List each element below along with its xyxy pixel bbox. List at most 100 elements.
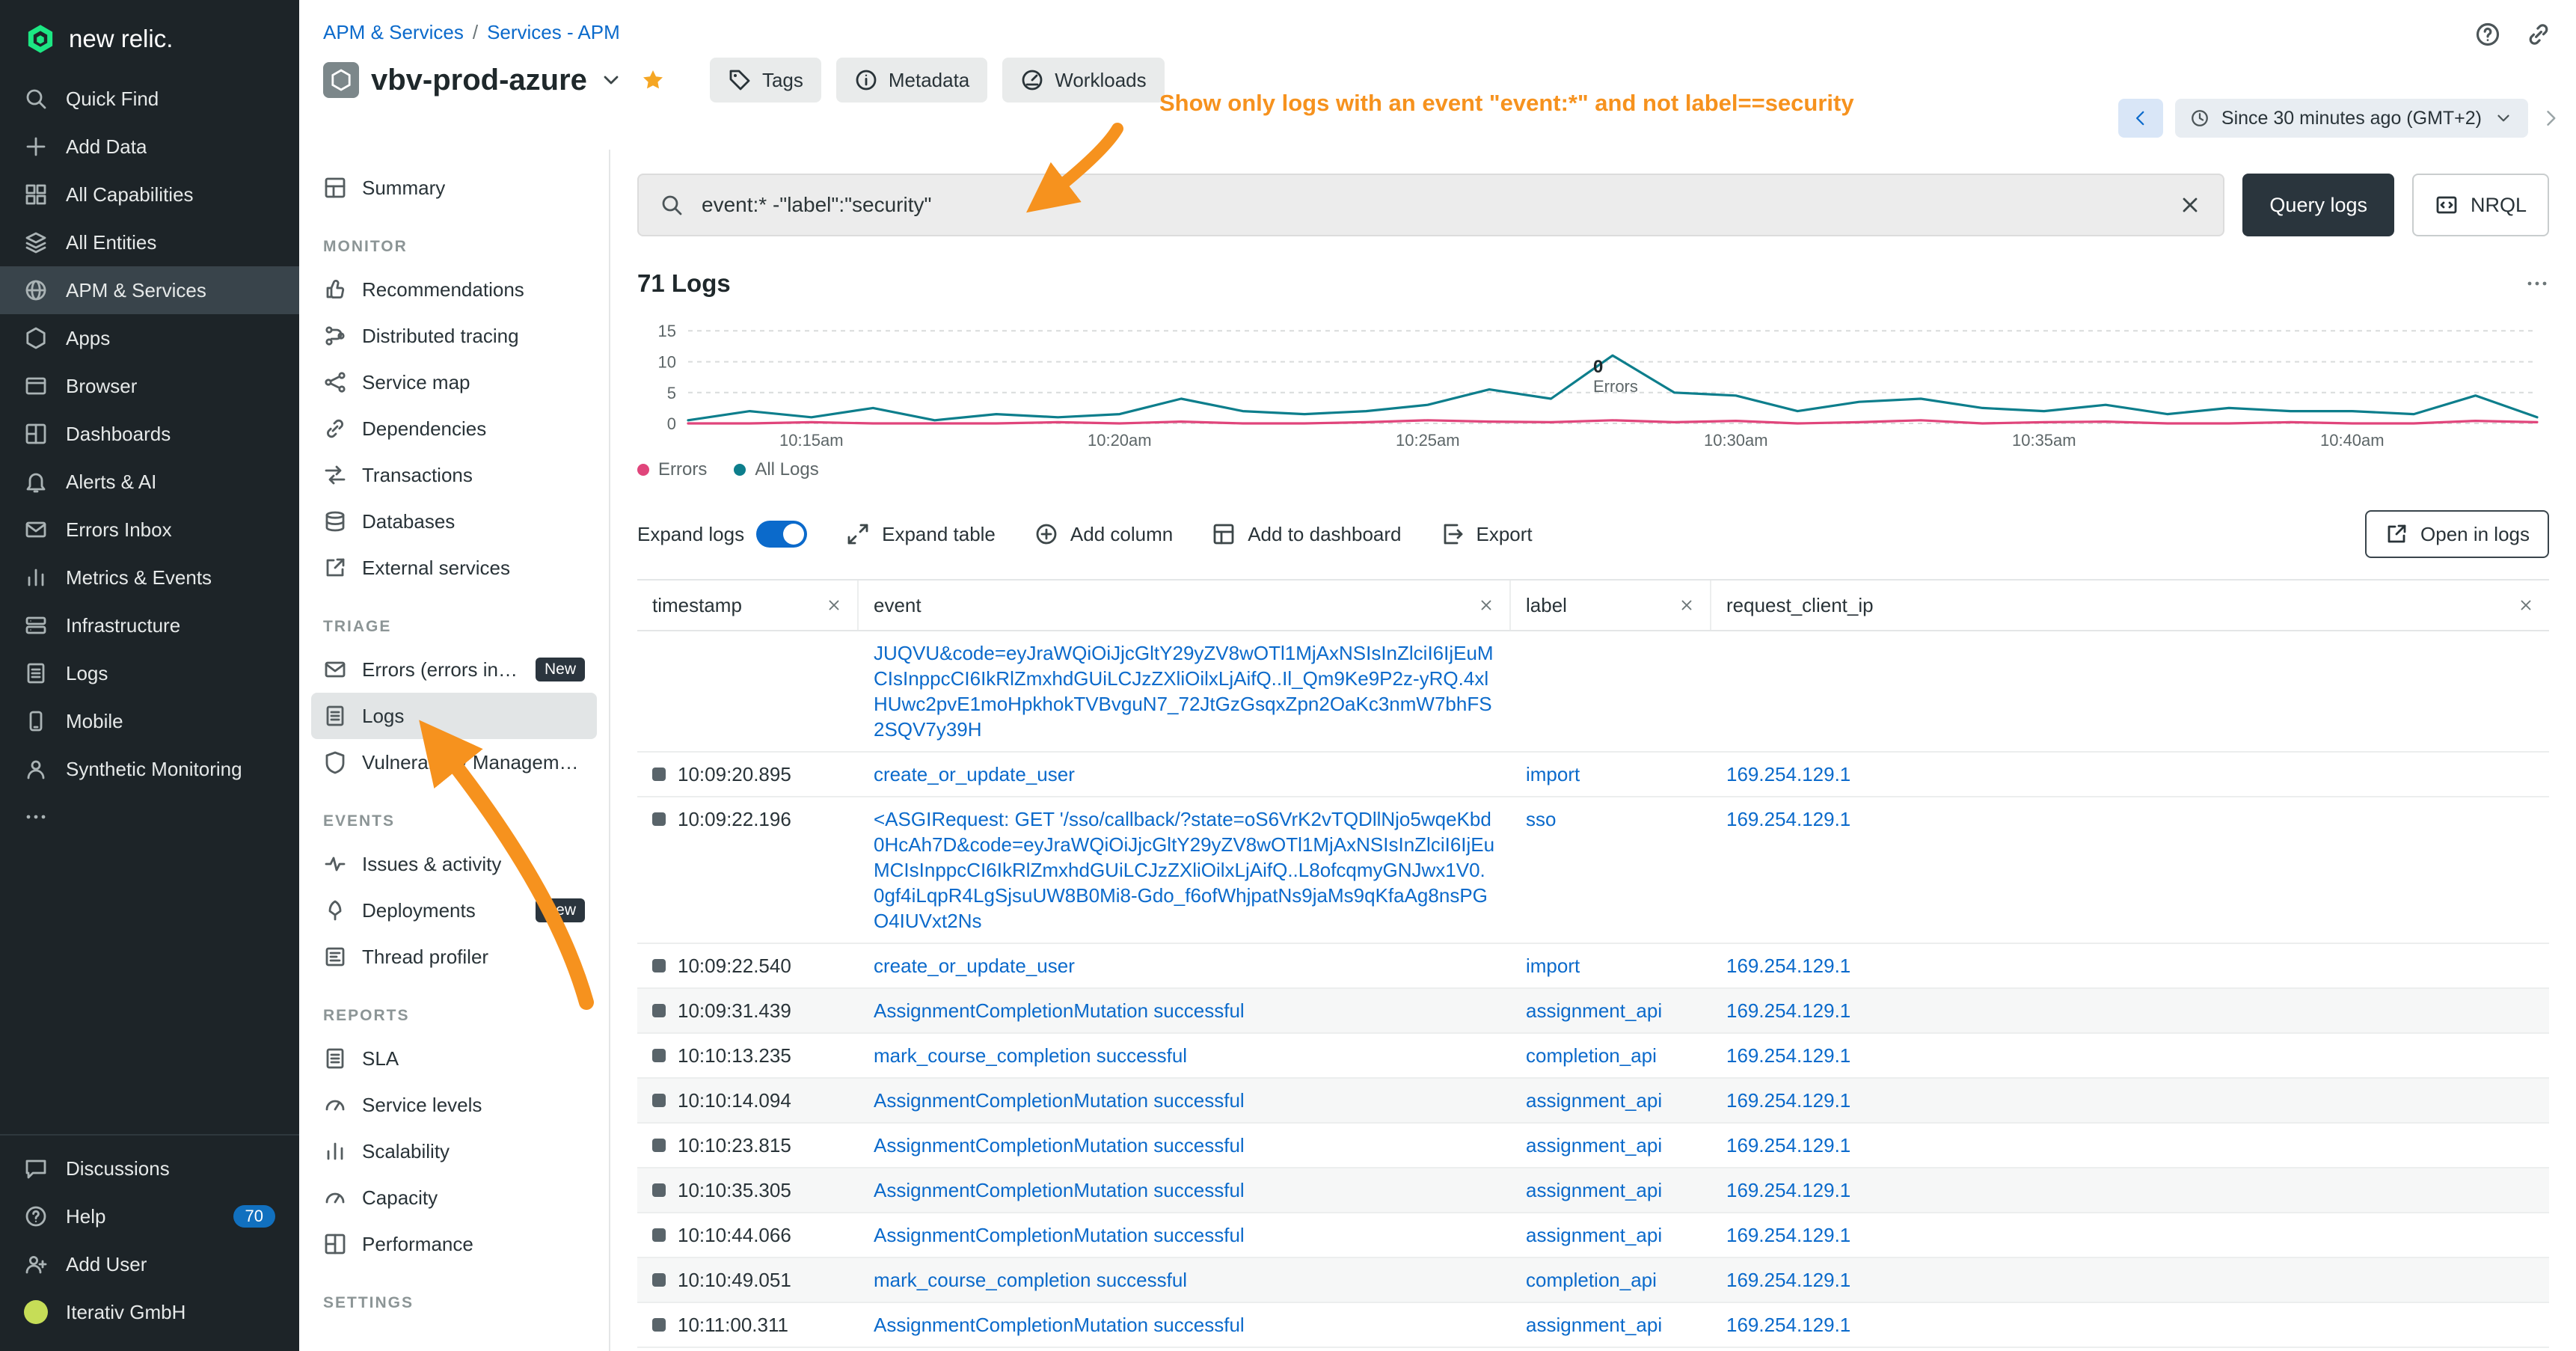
add-column-button[interactable]: Add column xyxy=(1034,522,1173,546)
sidebar-item-all-entities[interactable]: All Entities xyxy=(0,218,299,266)
log-label-link[interactable]: assignment_api xyxy=(1526,999,1662,1022)
log-ip-link[interactable]: 169.254.129.1 xyxy=(1726,1314,1850,1336)
subnav-item-logs[interactable]: Logs xyxy=(311,693,597,739)
log-event-link[interactable]: mark_course_completion successful xyxy=(874,1044,1187,1067)
subnav-item-vulnerability-management[interactable]: Vulnerability Management xyxy=(311,739,597,785)
log-event-link[interactable]: create_or_update_user xyxy=(874,763,1075,785)
log-event-link[interactable]: <ASGIRequest: GET '/sso/callback/?state=… xyxy=(874,808,1494,932)
open-in-logs-button[interactable]: Open in logs xyxy=(2365,510,2549,558)
column-header-request-client-ip[interactable]: request_client_ip xyxy=(1711,580,2549,630)
remove-column-request-client-ip-icon[interactable] xyxy=(2518,597,2534,613)
log-event-link[interactable]: AssignmentCompletionMutation successful xyxy=(874,1224,1245,1246)
sidebar-item-iterativ-gmbh[interactable]: Iterativ GmbH xyxy=(0,1288,299,1336)
log-label-link[interactable]: assignment_api xyxy=(1526,1089,1662,1112)
export-button[interactable]: Export xyxy=(1441,522,1533,546)
subnav-item-issues-activity[interactable]: Issues & activity xyxy=(311,841,597,887)
sidebar-item-logs[interactable]: Logs xyxy=(0,649,299,697)
log-ip-link[interactable]: 169.254.129.1 xyxy=(1726,955,1850,977)
log-row[interactable]: 10:10:13.235 mark_course_completion succ… xyxy=(637,1034,2549,1079)
log-ip-link[interactable]: 169.254.129.1 xyxy=(1726,763,1850,785)
entity-switcher-caret-icon[interactable] xyxy=(599,68,623,92)
time-picker[interactable]: Since 30 minutes ago (GMT+2) xyxy=(2175,99,2528,138)
expand-table-button[interactable]: Expand table xyxy=(846,522,996,546)
new-relic-logo[interactable]: new relic. xyxy=(0,0,299,75)
subnav-item-deployments[interactable]: DeploymentsNew xyxy=(311,887,597,934)
log-ip-link[interactable]: 169.254.129.1 xyxy=(1726,1044,1850,1067)
clear-search-icon[interactable] xyxy=(2178,193,2202,217)
subnav-item-service-map[interactable]: Service map xyxy=(311,359,597,405)
log-row[interactable]: 10:09:22.540 create_or_update_user impor… xyxy=(637,944,2549,989)
breadcrumb-services-apm[interactable]: Services - APM xyxy=(487,21,620,43)
sidebar-item-quick-find[interactable]: Quick Find xyxy=(0,75,299,123)
subnav-item-databases[interactable]: Databases xyxy=(311,498,597,545)
log-row[interactable]: 10:11:00.311 AssignmentCompletionMutatio… xyxy=(637,1303,2549,1348)
column-header-event[interactable]: event xyxy=(859,580,1511,630)
time-forward-icon[interactable] xyxy=(2540,108,2561,129)
log-ip-link[interactable]: 169.254.129.1 xyxy=(1726,1179,1850,1201)
column-header-label[interactable]: label xyxy=(1511,580,1711,630)
subnav-item-service-levels[interactable]: Service levels xyxy=(311,1082,597,1128)
log-ip-link[interactable]: 169.254.129.1 xyxy=(1726,1269,1850,1291)
legend-all-logs[interactable]: All Logs xyxy=(734,459,818,480)
expand-logs-toggle[interactable] xyxy=(756,521,807,548)
subnav-item-thread-profiler[interactable]: Thread profiler xyxy=(311,934,597,980)
workloads-button[interactable]: Workloads xyxy=(1002,58,1164,102)
subnav-item-performance[interactable]: Performance xyxy=(311,1221,597,1267)
remove-column-timestamp-icon[interactable] xyxy=(826,597,842,613)
log-event-link[interactable]: AssignmentCompletionMutation successful xyxy=(874,1134,1245,1157)
more-options-icon[interactable] xyxy=(2525,272,2549,295)
query-logs-button[interactable]: Query logs xyxy=(2242,174,2394,236)
sidebar-item-infrastructure[interactable]: Infrastructure xyxy=(0,601,299,649)
subnav-item-capacity[interactable]: Capacity xyxy=(311,1174,597,1221)
sidebar-item-add-data[interactable]: Add Data xyxy=(0,123,299,171)
sidebar-item-dashboards[interactable]: Dashboards xyxy=(0,410,299,458)
sidebar-item-dots[interactable] xyxy=(0,793,299,841)
sidebar-item-apm-services[interactable]: APM & Services xyxy=(0,266,299,314)
log-ip-link[interactable]: 169.254.129.1 xyxy=(1726,1224,1850,1246)
sidebar-item-alerts-ai[interactable]: Alerts & AI xyxy=(0,458,299,506)
favorite-star-icon[interactable] xyxy=(641,68,665,92)
log-row[interactable]: 10:10:49.051 mark_course_completion succ… xyxy=(637,1258,2549,1303)
sidebar-item-browser[interactable]: Browser xyxy=(0,362,299,410)
help-circle-icon[interactable] xyxy=(2474,21,2501,48)
sidebar-item-discussions[interactable]: Discussions xyxy=(0,1145,299,1192)
log-ip-link[interactable]: 169.254.129.1 xyxy=(1726,1089,1850,1112)
subnav-item-scalability[interactable]: Scalability xyxy=(311,1128,597,1174)
copy-link-icon[interactable] xyxy=(2525,21,2552,48)
subnav-item-distributed-tracing[interactable]: Distributed tracing xyxy=(311,313,597,359)
sidebar-item-metrics-events[interactable]: Metrics & Events xyxy=(0,554,299,601)
metadata-button[interactable]: Metadata xyxy=(836,58,987,102)
log-row[interactable]: 10:09:22.196 <ASGIRequest: GET '/sso/cal… xyxy=(637,797,2549,944)
breadcrumb-apm-services[interactable]: APM & Services xyxy=(323,21,464,43)
subnav-item-summary[interactable]: Summary xyxy=(311,165,597,211)
sidebar-item-errors-inbox[interactable]: Errors Inbox xyxy=(0,506,299,554)
column-header-timestamp[interactable]: timestamp xyxy=(637,580,859,630)
time-back-button[interactable] xyxy=(2118,99,2163,138)
add-to-dashboard-button[interactable]: Add to dashboard xyxy=(1212,522,1401,546)
log-row[interactable]: 10:09:31.439 AssignmentCompletionMutatio… xyxy=(637,989,2549,1034)
log-event-link[interactable]: AssignmentCompletionMutation successful xyxy=(874,1314,1245,1336)
log-event-link[interactable]: mark_course_completion successful xyxy=(874,1269,1187,1291)
subnav-item-errors-errors-inb[interactable]: Errors (errors inb...New xyxy=(311,646,597,693)
sidebar-item-apps[interactable]: Apps xyxy=(0,314,299,362)
sidebar-item-add-user[interactable]: Add User xyxy=(0,1240,299,1288)
log-row[interactable]: 10:09:20.895 create_or_update_user impor… xyxy=(637,753,2549,797)
log-event-link[interactable]: JUQVU&code=eyJraWQiOiJjcGltY29yZV8wOTl1M… xyxy=(874,642,1494,741)
log-label-link[interactable]: sso xyxy=(1526,808,1556,830)
log-event-link[interactable]: create_or_update_user xyxy=(874,955,1075,977)
sidebar-item-all-capabilities[interactable]: All Capabilities xyxy=(0,171,299,218)
log-row[interactable]: 10:10:23.815 AssignmentCompletionMutatio… xyxy=(637,1124,2549,1168)
log-event-link[interactable]: AssignmentCompletionMutation successful xyxy=(874,1089,1245,1112)
log-row[interactable]: 10:10:14.094 AssignmentCompletionMutatio… xyxy=(637,1079,2549,1124)
subnav-item-sla[interactable]: SLA xyxy=(311,1035,597,1082)
log-label-link[interactable]: assignment_api xyxy=(1526,1179,1662,1201)
tags-button[interactable]: Tags xyxy=(710,58,821,102)
log-label-link[interactable]: completion_api xyxy=(1526,1269,1657,1291)
log-ip-link[interactable]: 169.254.129.1 xyxy=(1726,808,1850,830)
log-event-link[interactable]: AssignmentCompletionMutation successful xyxy=(874,999,1245,1022)
log-ip-link[interactable]: 169.254.129.1 xyxy=(1726,1134,1850,1157)
remove-column-event-icon[interactable] xyxy=(1478,597,1494,613)
log-label-link[interactable]: assignment_api xyxy=(1526,1224,1662,1246)
subnav-item-external-services[interactable]: External services xyxy=(311,545,597,591)
log-row[interactable]: JUQVU&code=eyJraWQiOiJjcGltY29yZV8wOTl1M… xyxy=(637,631,2549,753)
